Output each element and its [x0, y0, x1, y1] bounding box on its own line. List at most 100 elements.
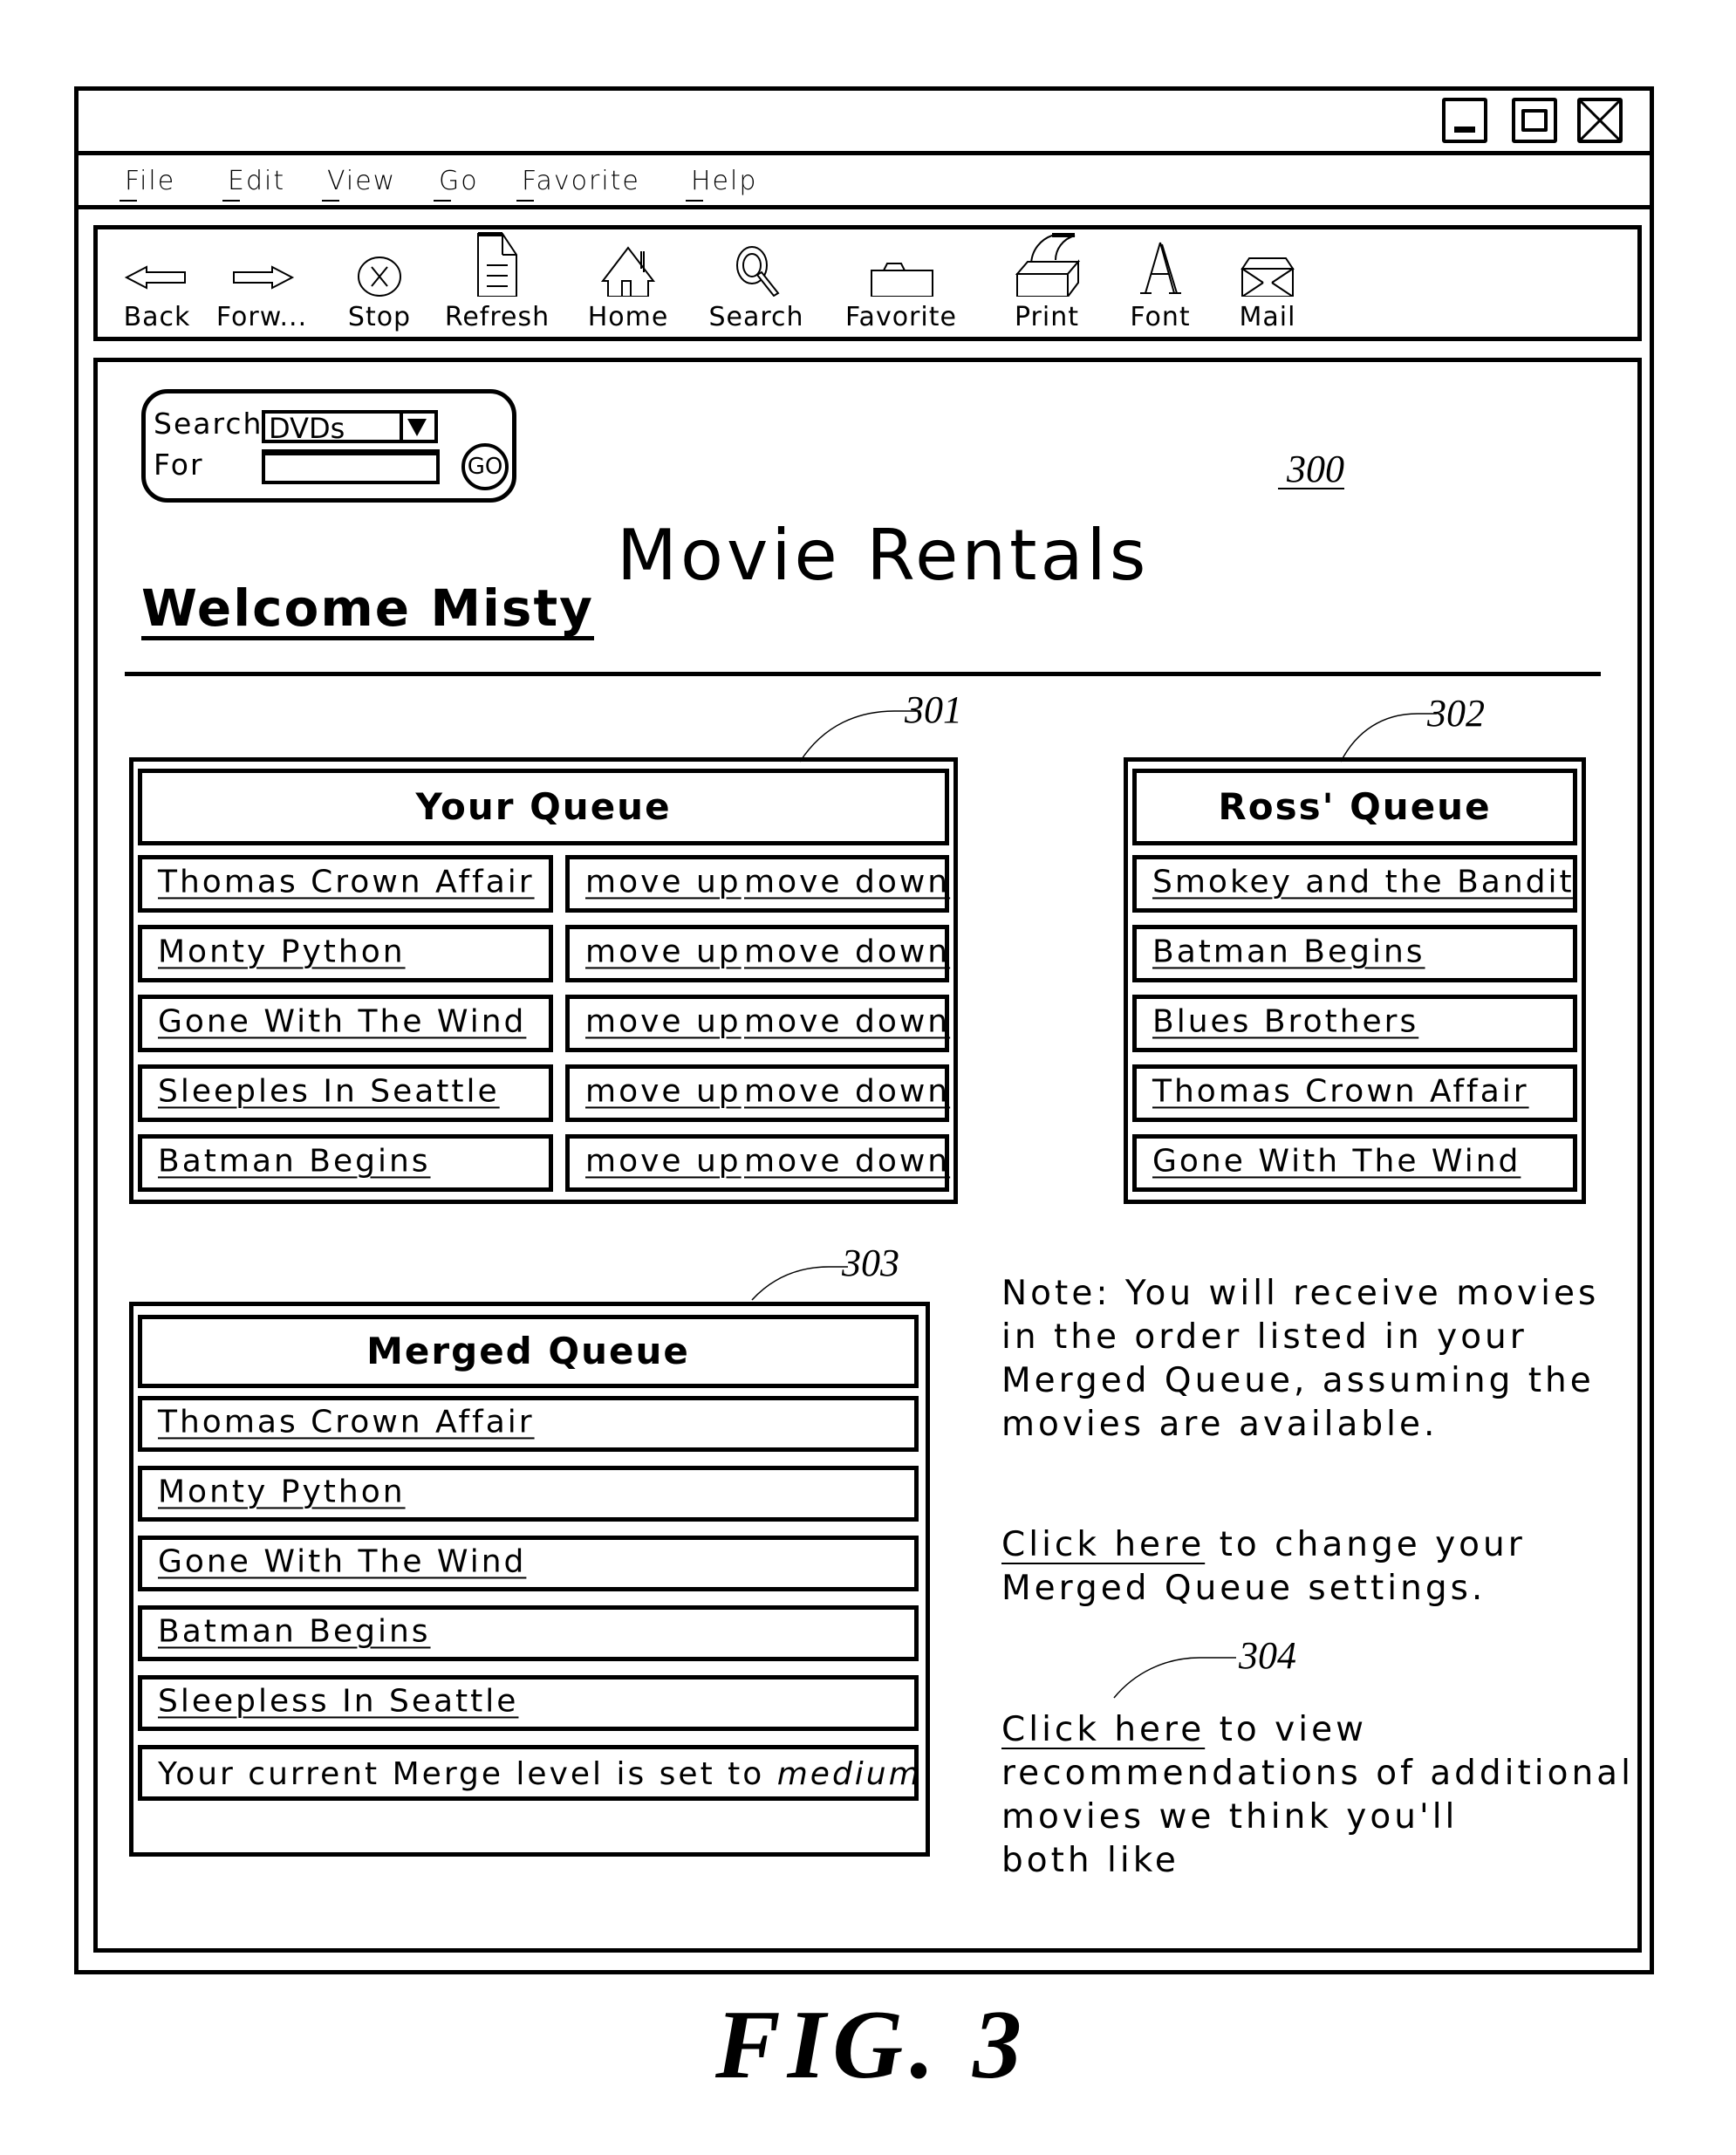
stop-button[interactable]: Stop	[345, 236, 414, 339]
search-category-select[interactable]: DVDs	[262, 410, 438, 445]
maximize-button[interactable]	[1512, 98, 1557, 143]
refresh-button[interactable]: Refresh	[445, 232, 550, 339]
folder-icon	[871, 263, 933, 297]
settings-line1-text: to change your	[1205, 1525, 1526, 1564]
merged-queue-item: Thomas Crown Affair	[138, 1396, 919, 1452]
figure-caption: FIG. 3	[715, 1991, 1029, 2099]
welcome-message: Welcome Misty	[141, 580, 594, 640]
menu-favorite[interactable]: Favorite	[516, 166, 640, 202]
note-line: movies are available.	[1001, 1405, 1439, 1444]
merged-queue-note: Note: You will receive movies in the ord…	[1001, 1272, 1599, 1447]
menu-edit-label: Edit	[228, 166, 286, 196]
menu-file[interactable]: File	[120, 166, 175, 202]
forward-arrow-icon	[233, 265, 295, 290]
settings-line2-text: Merged Queue settings.	[1001, 1569, 1487, 1608]
move-up-link[interactable]: move up	[585, 1143, 742, 1179]
search-category-value: DVDs	[269, 412, 345, 445]
close-icon	[1581, 101, 1619, 140]
ross-queue-item: Blues Brothers	[1132, 995, 1577, 1052]
menu-bar	[79, 155, 1650, 209]
go-button[interactable]: GO	[461, 443, 509, 490]
leader-line-303	[751, 1266, 848, 1301]
envelope-icon	[1240, 257, 1295, 297]
dropdown-button[interactable]	[400, 414, 434, 440]
search-button[interactable]: Search	[708, 236, 804, 339]
movie-title-link[interactable]: Sleeples In Seattle	[158, 1073, 500, 1109]
menu-help[interactable]: Help	[686, 166, 757, 202]
menu-view[interactable]: View	[322, 166, 397, 202]
refresh-document-icon	[477, 232, 517, 297]
change-settings-link[interactable]: Click here	[1001, 1525, 1205, 1564]
maximize-icon	[1521, 109, 1548, 132]
mnemonic-underline	[120, 200, 137, 202]
move-up-link[interactable]: move up	[585, 864, 742, 900]
printer-icon	[1015, 233, 1081, 297]
magnifier-icon	[736, 246, 780, 297]
mnemonic-underline	[322, 200, 339, 202]
movie-title-link[interactable]: Monty Python	[158, 934, 406, 969]
back-arrow-icon	[124, 265, 186, 290]
ross-queue-header: Ross' Queue	[1132, 769, 1577, 845]
note-line: in the order listed in your	[1001, 1317, 1528, 1357]
close-button[interactable]	[1577, 98, 1623, 143]
search-label: Search	[708, 302, 804, 332]
favorite-label: Favorite	[845, 302, 957, 332]
movie-title-link[interactable]: Batman Begins	[158, 1143, 431, 1179]
view-recommendations-link[interactable]: Click here	[1001, 1710, 1205, 1749]
back-button[interactable]: Back	[118, 236, 196, 339]
print-button[interactable]: Print	[1003, 233, 1090, 339]
title-bar	[74, 86, 1654, 155]
movie-title-link[interactable]: Sleepless In Seattle	[158, 1683, 518, 1719]
merge-level-value: medium	[776, 1756, 922, 1792]
search-query-input[interactable]	[262, 449, 440, 484]
ross-queue-item: Gone With The Wind	[1132, 1134, 1577, 1192]
movie-title-link[interactable]: Gone With The Wind	[1152, 1143, 1521, 1179]
movie-title-link[interactable]: Blues Brothers	[1152, 1003, 1418, 1039]
font-button[interactable]: Font	[1125, 236, 1195, 339]
move-down-link[interactable]: move down	[744, 1073, 950, 1109]
page-title: Movie Rentals	[617, 515, 1150, 596]
movie-title-link[interactable]: Thomas Crown Affair	[158, 864, 535, 900]
menu-view-label: View	[327, 166, 397, 196]
ross-queue-item: Batman Begins	[1132, 925, 1577, 982]
forward-button[interactable]: Forw...	[216, 236, 306, 339]
home-button[interactable]: Home	[584, 236, 672, 339]
movie-title-link[interactable]: Gone With The Wind	[158, 1003, 526, 1039]
move-up-link[interactable]: move up	[585, 934, 742, 969]
recs-line2-text: recommendations of additional	[1001, 1754, 1634, 1793]
movie-title-link[interactable]: Batman Begins	[1152, 934, 1425, 969]
merged-queue-item: Gone With The Wind	[138, 1536, 919, 1591]
move-down-link[interactable]: move down	[744, 1003, 950, 1039]
minimize-button[interactable]	[1442, 98, 1487, 143]
menu-go[interactable]: Go	[434, 166, 479, 202]
favorite-button[interactable]: Favorite	[844, 236, 958, 339]
menu-go-label: Go	[439, 166, 479, 196]
movie-title-link[interactable]: Gone With The Wind	[158, 1543, 526, 1579]
movie-title-link[interactable]: Monty Python	[158, 1474, 406, 1509]
movie-title-link[interactable]: Batman Begins	[158, 1613, 431, 1649]
menu-edit[interactable]: Edit	[222, 166, 286, 202]
minimize-icon	[1454, 127, 1475, 133]
merged-queue-item: Sleepless In Seattle	[138, 1675, 919, 1731]
move-down-link[interactable]: move down	[744, 864, 950, 900]
reorder-controls: move up move down	[565, 995, 949, 1052]
reference-numeral-304: 304	[1239, 1634, 1296, 1677]
ref-underline	[1278, 488, 1344, 489]
mnemonic-underline	[222, 200, 240, 202]
move-up-link[interactable]: move up	[585, 1073, 742, 1109]
reorder-controls: move up move down	[565, 1064, 949, 1122]
movie-title-link[interactable]: Thomas Crown Affair	[158, 1404, 535, 1440]
reference-numeral-302: 302	[1427, 692, 1485, 735]
movie-title-link[interactable]: Smokey and the Bandit	[1152, 864, 1575, 900]
move-down-link[interactable]: move down	[744, 934, 950, 969]
ross-queue-item: Thomas Crown Affair	[1132, 1064, 1577, 1122]
mail-button[interactable]: Mail	[1233, 236, 1302, 339]
merged-queue-header: Merged Queue	[138, 1315, 919, 1388]
merge-level-prefix: Your current Merge level is set to	[158, 1756, 765, 1792]
movie-title-link[interactable]: Thomas Crown Affair	[1152, 1073, 1529, 1109]
mnemonic-underline	[686, 200, 703, 202]
merged-queue-item: Batman Begins	[138, 1605, 919, 1661]
move-up-link[interactable]: move up	[585, 1003, 742, 1039]
your-queue-header: Your Queue	[138, 769, 949, 845]
move-down-link[interactable]: move down	[744, 1143, 950, 1179]
